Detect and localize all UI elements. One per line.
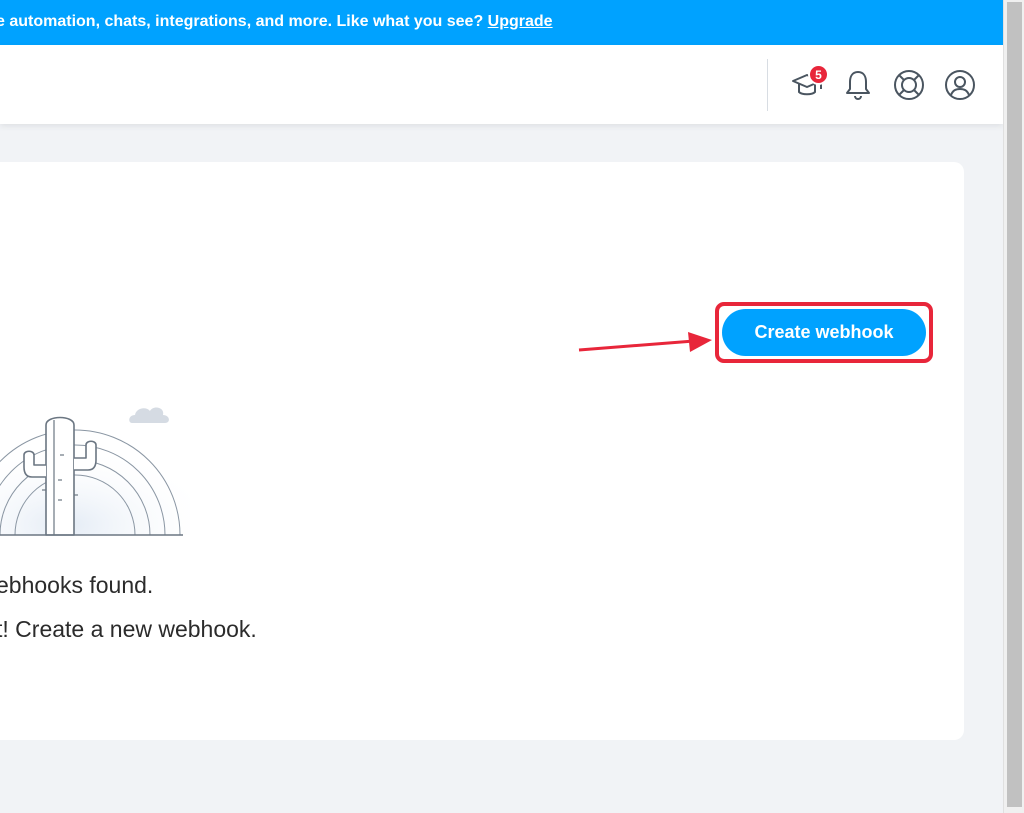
profile-button[interactable] [942,67,978,103]
bell-icon [846,71,870,100]
header-divider [767,59,768,111]
notification-count-badge: 5 [808,64,829,85]
user-avatar-icon [945,70,975,100]
promo-text: e automation, chats, integrations, and m… [0,13,484,30]
empty-state-title: ebhooks found. [0,572,154,598]
annotation-arrow [578,332,712,352]
top-header: 5 [0,45,1003,124]
scrollbar-thumb[interactable] [1007,2,1022,807]
app-viewport: e automation, chats, integrations, and m… [0,0,1003,813]
cactus-illustration [0,407,190,536]
highlight-box: Create webhook [715,302,933,363]
notifications-button[interactable] [840,67,876,103]
upgrade-link[interactable]: Upgrade [488,13,553,30]
lifebuoy-icon [894,70,924,100]
create-webhook-button[interactable]: Create webhook [722,309,926,356]
academy-button[interactable]: 5 [789,64,829,103]
vertical-scrollbar[interactable] [1003,0,1024,813]
help-button[interactable] [891,67,927,103]
promo-banner: e automation, chats, integrations, and m… [0,0,1003,45]
empty-state-subtitle: t! Create a new webhook. [0,616,257,642]
